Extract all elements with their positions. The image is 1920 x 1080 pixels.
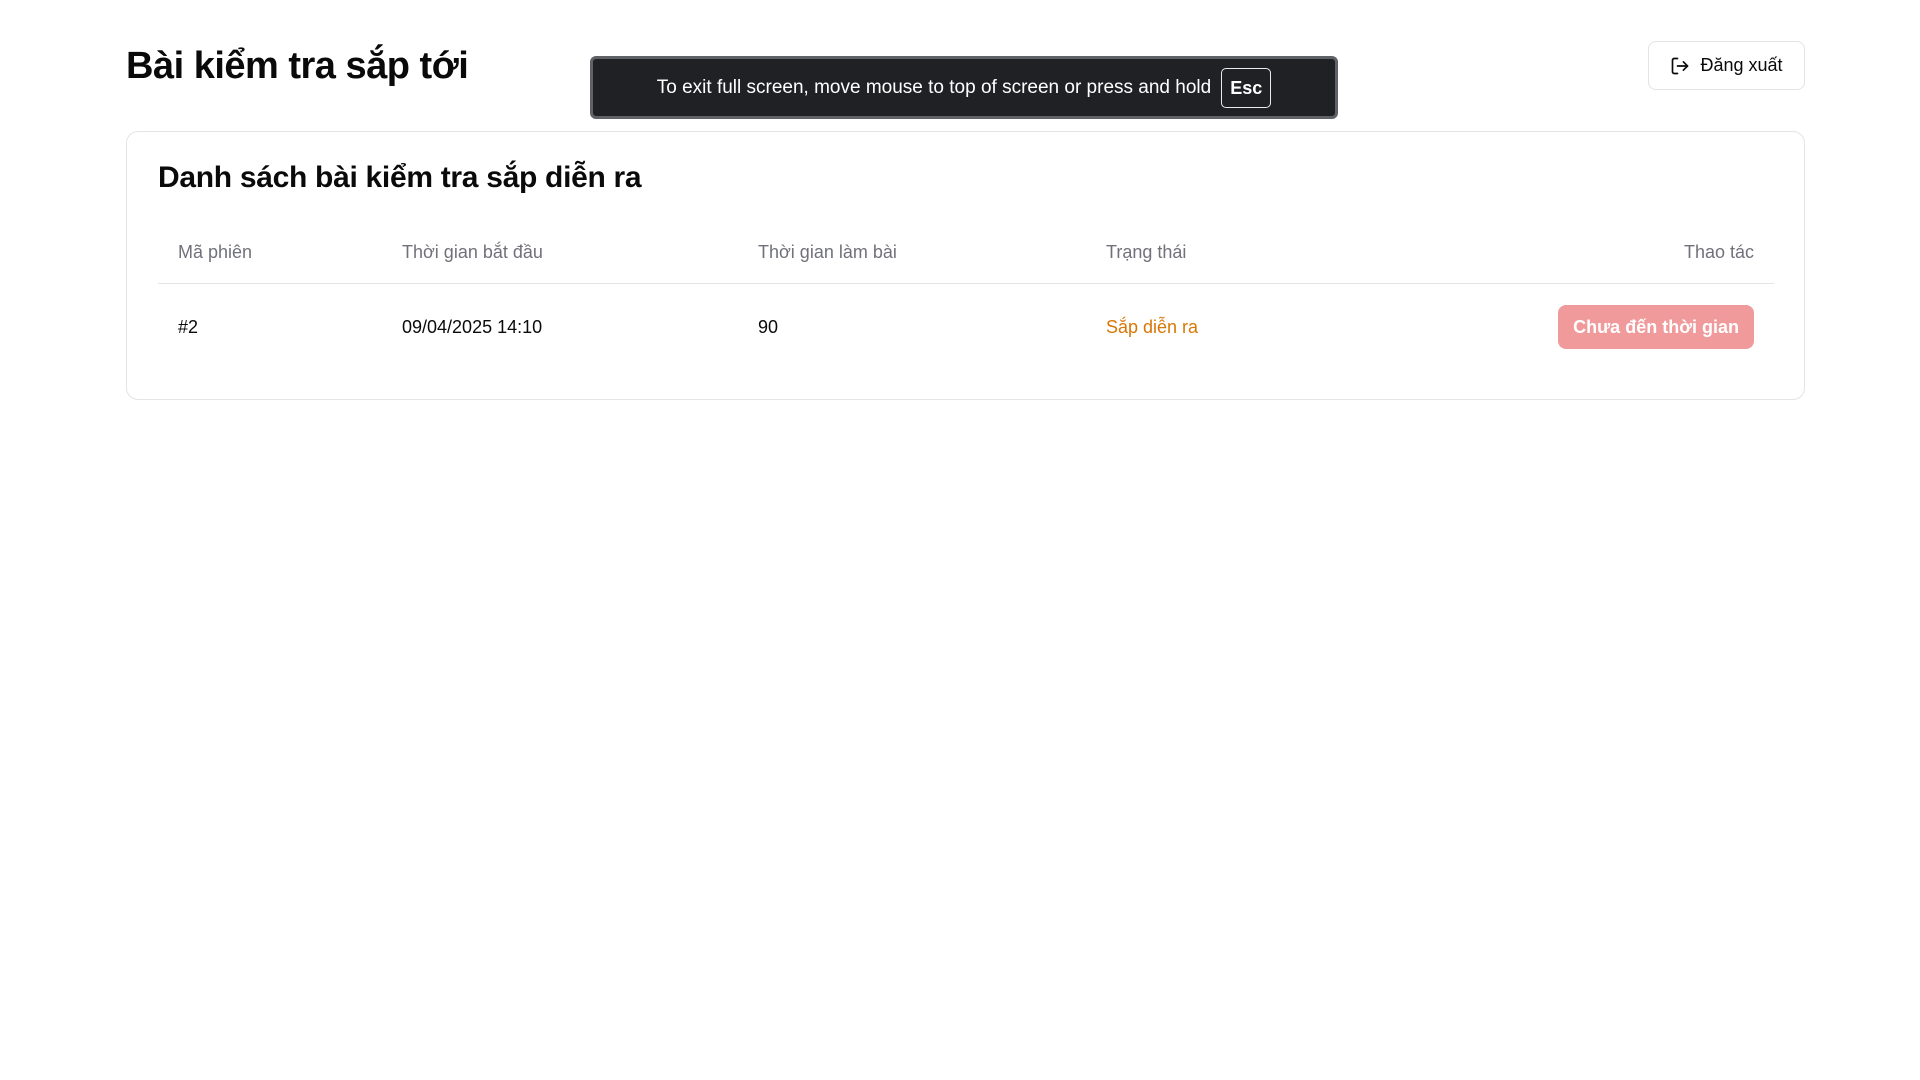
logout-label: Đăng xuất <box>1700 55 1783 75</box>
column-header-duration: Thời gian làm bài <box>758 242 897 262</box>
page: Bài kiểm tra sắp tới Đăng xuất Danh sách… <box>0 0 1920 1080</box>
column-header-session-id: Mã phiên <box>178 242 253 262</box>
logout-button[interactable]: Đăng xuất <box>1648 41 1805 90</box>
upcoming-tests-table: Mã phiên Thời gian bắt đầu Thời gian làm… <box>158 222 1774 370</box>
column-header-actions: Thao tác <box>1683 242 1754 262</box>
table-header-row: Mã phiên Thời gian bắt đầu Thời gian làm… <box>158 222 1774 284</box>
action-cell: Chưa đến thời gian <box>1558 284 1754 370</box>
not-yet-time-button[interactable]: Chưa đến thời gian <box>1558 305 1754 349</box>
table-row: #2 09/04/2025 14:10 90 Sắp diễn ra Chưa … <box>158 284 1774 370</box>
session-id-cell: #2 <box>178 316 199 337</box>
fullscreen-exit-notice: To exit full screen, move mouse to top o… <box>590 56 1338 119</box>
column-header-status: Trạng thái <box>1106 242 1187 262</box>
upcoming-tests-card: Danh sách bài kiểm tra sắp diễn ra Mã ph… <box>126 131 1805 400</box>
duration-cell: 90 <box>758 316 779 337</box>
page-title: Bài kiểm tra sắp tới <box>126 45 469 87</box>
esc-key-badge: Esc <box>1221 67 1272 108</box>
logout-icon <box>1670 56 1690 76</box>
card-title: Danh sách bài kiểm tra sắp diễn ra <box>158 161 642 194</box>
status-cell: Sắp diễn ra <box>1106 316 1199 337</box>
column-header-start-time: Thời gian bắt đầu <box>402 242 543 262</box>
start-time-cell: 09/04/2025 14:10 <box>402 316 543 337</box>
fullscreen-notice-message: To exit full screen, move mouse to top o… <box>656 76 1212 98</box>
